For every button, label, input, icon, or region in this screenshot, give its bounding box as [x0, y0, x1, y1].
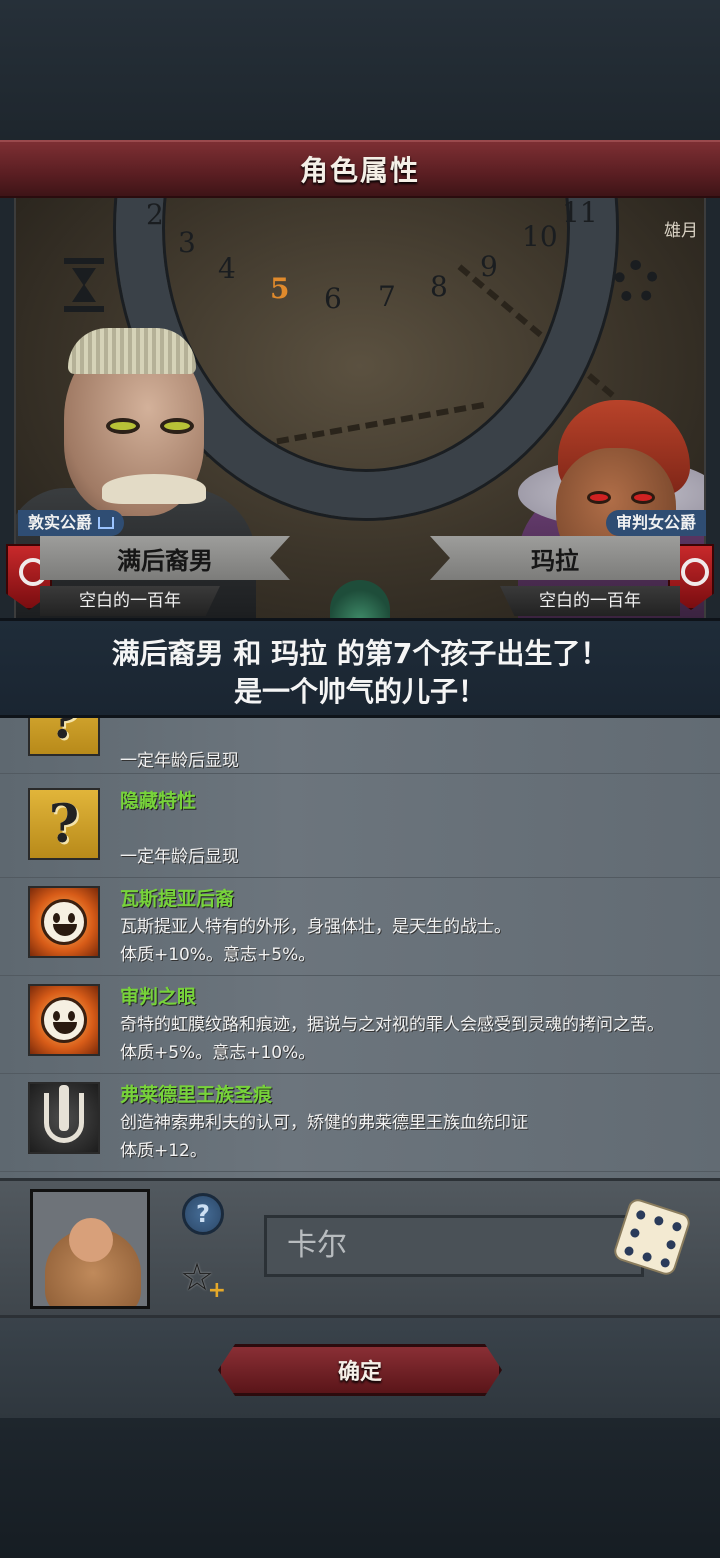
question-mark-icon: ?	[28, 788, 100, 860]
corner-label: 雄月	[664, 221, 698, 241]
announcement-line-2: 是一个帅气的儿子！	[233, 675, 486, 708]
timeline-number: 8	[430, 270, 448, 303]
announcement-line-1: 满后裔男 和 玛拉 的第7个孩子出生了！	[111, 637, 609, 670]
trait-item[interactable]: ? 一定年龄后显现	[0, 718, 720, 774]
father-rank-tag: 敦实公爵	[18, 510, 125, 536]
trait-desc: 创造神索弗利夫的认可，矫健的弗莱德里王族血统印证	[120, 1113, 528, 1133]
timeline-number-active: 5	[270, 272, 290, 305]
trait-item[interactable]: 瓦斯提亚后裔 瓦斯提亚人特有的外形，身强体壮，是天生的战士。 体质+10%。意志…	[0, 878, 720, 976]
child-name-input[interactable]: 卡尔	[264, 1215, 644, 1277]
star-add-icon[interactable]: ☆ +	[180, 1257, 230, 1303]
timeline-number: 7	[378, 280, 396, 313]
top-background	[0, 0, 720, 140]
trait-name: 隐藏特性	[120, 790, 197, 812]
child-naming-area: ? ☆ + 卡尔	[0, 1178, 720, 1318]
smile-icon	[28, 886, 100, 958]
trait-item[interactable]: 审判之眼 奇特的虹膜纹路和痕迹，据说与之对视的罪人会感受到灵魂的拷问之苦。 体质…	[0, 976, 720, 1074]
trait-desc: 一定年龄后显现	[120, 847, 239, 867]
timeline-number: 4	[218, 252, 236, 285]
title-bar: 角色属性	[0, 140, 720, 198]
crown-icon	[98, 517, 115, 529]
question-mark-icon: ?	[28, 718, 100, 756]
confirm-button[interactable]: 确定	[218, 1344, 502, 1396]
help-icon[interactable]: ?	[182, 1193, 224, 1235]
father-name[interactable]: 满后裔男	[40, 536, 290, 580]
mother-rank-tag: 审判女公爵	[605, 510, 706, 536]
trait-desc: 一定年龄后显现	[120, 751, 239, 771]
timeline-number: 3	[178, 226, 196, 259]
mother-name[interactable]: 玛拉	[430, 536, 680, 580]
father-era: 空白的一百年	[40, 586, 220, 616]
help-label: ?	[196, 1200, 210, 1228]
trait-item[interactable]: ? 隐藏特性 一定年龄后显现	[0, 780, 720, 878]
bottom-background	[0, 1418, 720, 1558]
mother-era: 空白的一百年	[500, 586, 680, 616]
timeline-number: 11	[562, 198, 598, 229]
trait-desc: 瓦斯提亚人特有的外形，身强体壮，是天生的战士。	[120, 917, 511, 937]
child-portrait[interactable]	[30, 1189, 150, 1309]
royal-stigma-icon	[28, 1082, 100, 1154]
timeline-number: 10	[522, 220, 558, 253]
trait-effect: 体质+5%。意志+10%。	[120, 1043, 316, 1063]
smile-icon	[28, 984, 100, 1056]
trait-effect: 体质+12。	[120, 1141, 207, 1161]
trait-list[interactable]: ? 一定年龄后显现 ? 隐藏特性 一定年龄后显现 瓦斯提亚后裔 瓦斯提亚人特有的…	[0, 718, 720, 1178]
trait-name: 瓦斯提亚后裔	[120, 888, 235, 910]
page-title: 角色属性	[299, 154, 420, 187]
father-rank: 敦实公爵	[28, 513, 93, 532]
birth-announcement: 满后裔男 和 玛拉 的第7个孩子出生了！ 是一个帅气的儿子！	[0, 618, 720, 718]
trait-name: 弗莱德里王族圣痕	[120, 1084, 273, 1106]
trait-name: 审判之眼	[120, 986, 197, 1008]
trait-item[interactable]: 弗莱德里王族圣痕 创造神索弗利夫的认可，矫健的弗莱德里王族血统印证 体质+12。	[0, 1074, 720, 1172]
footer: 确定	[0, 1318, 720, 1418]
timeline-number: 9	[480, 250, 498, 283]
timeline-number: 2	[146, 198, 164, 231]
trait-desc: 奇特的虹膜纹路和痕迹，据说与之对视的罪人会感受到灵魂的拷问之苦。	[120, 1015, 664, 1035]
timeline-number: 6	[324, 282, 342, 315]
mother-rank: 审判女公爵	[615, 513, 696, 532]
trait-effect: 体质+10%。意志+5%。	[120, 945, 316, 965]
